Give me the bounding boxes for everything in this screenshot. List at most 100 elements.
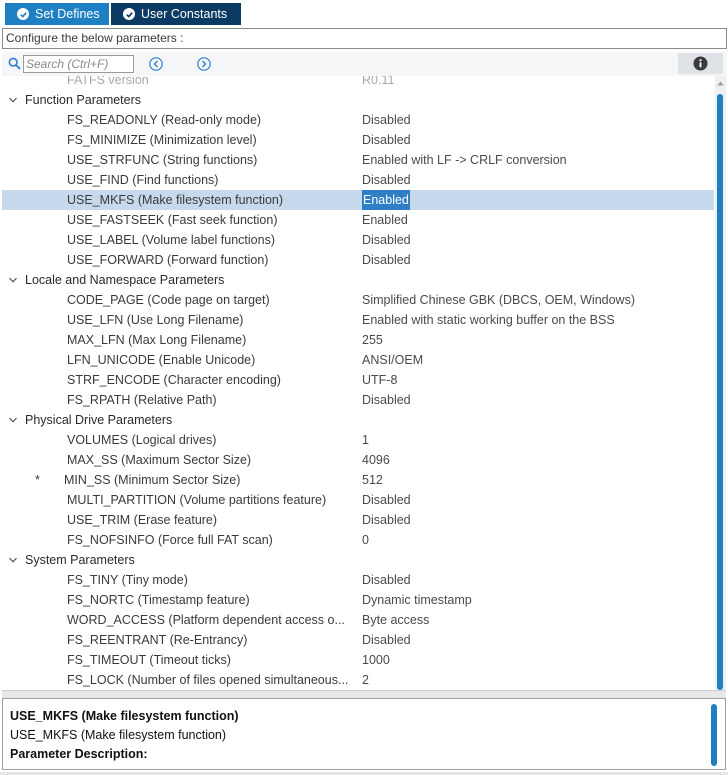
parameter-row[interactable]: WORD_ACCESS (Platform dependent access o…: [2, 610, 714, 630]
tree-group-header[interactable]: System Parameters: [2, 550, 714, 570]
parameter-value[interactable]: Disabled: [362, 570, 411, 590]
search-input[interactable]: [23, 55, 134, 73]
tree-group-header[interactable]: Locale and Namespace Parameters: [2, 270, 714, 290]
parameter-name: FS_NORTC (Timestamp feature): [67, 593, 250, 607]
parameter-value[interactable]: 255: [362, 330, 383, 350]
parameter-name: WORD_ACCESS (Platform dependent access o…: [67, 613, 345, 627]
tab-label: User Constants: [141, 7, 228, 21]
parameter-row[interactable]: STRF_ENCODE (Character encoding) UTF-8: [2, 370, 714, 390]
chevron-down-icon[interactable]: [8, 555, 18, 565]
tab-bar: Set Defines User Constants: [0, 0, 728, 25]
parameter-name: USE_FASTSEEK (Fast seek function): [67, 213, 278, 227]
parameter-name: USE_MKFS (Make filesystem function): [67, 193, 284, 207]
parameter-row[interactable]: FS_TIMEOUT (Timeout ticks) 1000: [2, 650, 714, 670]
parameter-row[interactable]: USE_LABEL (Volume label functions) Disabl…: [2, 230, 714, 250]
parameter-row[interactable]: USE_FIND (Find functions) Disabled: [2, 170, 714, 190]
parameter-value[interactable]: Enabled: [362, 210, 408, 230]
parameter-row[interactable]: FS_REENTRANT (Re-Entrancy) Disabled: [2, 630, 714, 650]
info-button[interactable]: [678, 53, 723, 74]
scroll-up-arrow-icon[interactable]: [717, 80, 724, 87]
parameter-row[interactable]: USE_FASTSEEK (Fast seek function) Enabled: [2, 210, 714, 230]
chevron-right-circle-icon[interactable]: [196, 56, 212, 72]
parameter-name: FS_REENTRANT (Re-Entrancy): [67, 633, 248, 647]
parameter-row[interactable]: FS_RPATH (Relative Path) Disabled: [2, 390, 714, 410]
parameter-tree: FATFS version R0.11 Function Parameters FS_…: [2, 76, 714, 690]
parameter-row[interactable]: USE_STRFUNC (String functions) Enabled wi…: [2, 150, 714, 170]
parameter-name: USE_LFN (Use Long Filename): [67, 313, 244, 327]
parameter-value[interactable]: Disabled: [362, 110, 411, 130]
parameter-value[interactable]: Enabled with static working buffer on th…: [362, 310, 615, 330]
parameter-row[interactable]: MULTI_PARTITION (Volume partitions featu…: [2, 490, 714, 510]
tree-row-partial[interactable]: FATFS version R0.11: [2, 76, 714, 90]
configuration-panel: Set Defines User Constants Configure the…: [0, 0, 728, 775]
parameter-name: FS_READONLY (Read-only mode): [67, 113, 262, 127]
parameter-name: FS_TIMEOUT (Timeout ticks): [67, 653, 231, 667]
parameter-name: USE_FIND (Find functions): [67, 173, 219, 187]
parameter-value[interactable]: 0: [362, 530, 369, 550]
configure-header: Configure the below parameters :: [2, 28, 727, 49]
parameter-row[interactable]: USE_MKFS (Make filesystem function) Enabl…: [2, 190, 714, 210]
description-subtitle: USE_MKFS (Make filesystem function): [10, 728, 227, 742]
group-title: Physical Drive Parameters: [25, 413, 173, 427]
parameter-row[interactable]: MAX_LFN (Max Long Filename) 255: [2, 330, 714, 350]
parameter-value[interactable]: 4096: [362, 450, 390, 470]
parameter-row[interactable]: FS_TINY (Tiny mode) Disabled: [2, 570, 714, 590]
tree-group-header[interactable]: Physical Drive Parameters: [2, 410, 714, 430]
parameter-value[interactable]: Byte access: [362, 610, 429, 630]
parameter-value[interactable]: Disabled: [362, 230, 411, 250]
parameter-value[interactable]: 512: [362, 470, 383, 490]
parameter-value[interactable]: 1: [362, 430, 369, 450]
parameter-value[interactable]: Disabled: [362, 630, 411, 650]
parameter-value[interactable]: Disabled: [362, 130, 411, 150]
parameter-name: CODE_PAGE (Code page on target): [67, 293, 270, 307]
scrollbar-thumb[interactable]: [717, 94, 723, 690]
parameter-value[interactable]: Enabled: [362, 190, 410, 210]
parameter-value[interactable]: Enabled with LF -> CRLF conversion: [362, 150, 567, 170]
description-scrollbar[interactable]: [711, 704, 717, 766]
panel-splitter[interactable]: [2, 690, 726, 698]
tree-group-header[interactable]: Function Parameters: [2, 90, 714, 110]
search-icon[interactable]: [8, 57, 21, 70]
parameter-value[interactable]: ANSI/OEM: [362, 350, 423, 370]
vertical-scrollbar[interactable]: [715, 76, 726, 690]
parameter-name: STRF_ENCODE (Character encoding): [67, 373, 281, 387]
tab-set-defines[interactable]: Set Defines: [5, 3, 109, 25]
parameter-row[interactable]: FS_LOCK (Number of files opened simultan…: [2, 670, 714, 690]
parameter-row[interactable]: USE_LFN (Use Long Filename) Enabled with …: [2, 310, 714, 330]
parameter-name: MAX_LFN (Max Long Filename): [67, 333, 247, 347]
parameter-value[interactable]: UTF-8: [362, 370, 397, 390]
parameter-row[interactable]: FS_NOFSINFO (Force full FAT scan) 0: [2, 530, 714, 550]
parameter-row[interactable]: FS_MINIMIZE (Minimization level) Disabled: [2, 130, 714, 150]
parameter-row[interactable]: LFN_UNICODE (Enable Unicode) ANSI/OEM: [2, 350, 714, 370]
parameter-value[interactable]: 1000: [362, 650, 390, 670]
parameter-value: R0.11: [362, 76, 395, 87]
parameter-name: FATFS version: [67, 76, 149, 87]
parameter-value[interactable]: Simplified Chinese GBK (DBCS, OEM, Windo…: [362, 290, 635, 310]
search-toolbar: [2, 52, 727, 76]
parameter-name: MAX_SS (Maximum Sector Size): [67, 453, 252, 467]
chevron-down-icon[interactable]: [8, 95, 18, 105]
parameter-row[interactable]: * MIN_SS (Minimum Sector Size) 512: [2, 470, 714, 490]
parameter-row[interactable]: FS_READONLY (Read-only mode) Disabled: [2, 110, 714, 130]
parameter-value[interactable]: Disabled: [362, 250, 411, 270]
parameter-value[interactable]: 2: [362, 670, 369, 690]
parameter-row[interactable]: MAX_SS (Maximum Sector Size) 4096: [2, 450, 714, 470]
parameter-row[interactable]: USE_FORWARD (Forward function) Disabled: [2, 250, 714, 270]
group-title: Function Parameters: [25, 93, 142, 107]
parameter-value[interactable]: Dynamic timestamp: [362, 590, 472, 610]
parameter-name: USE_LABEL (Volume label functions): [67, 233, 275, 247]
description-panel: USE_MKFS (Make filesystem function) USE_…: [2, 698, 726, 770]
parameter-row[interactable]: VOLUMES (Logical drives) 1: [2, 430, 714, 450]
parameter-value[interactable]: Disabled: [362, 390, 411, 410]
parameter-row[interactable]: CODE_PAGE (Code page on target) Simplifie…: [2, 290, 714, 310]
chevron-down-icon[interactable]: [8, 415, 18, 425]
parameter-value[interactable]: Disabled: [362, 490, 411, 510]
parameter-value[interactable]: Disabled: [362, 170, 411, 190]
parameter-row[interactable]: FS_NORTC (Timestamp feature) Dynamic time…: [2, 590, 714, 610]
check-circle-icon: [17, 8, 29, 20]
parameter-row[interactable]: USE_TRIM (Erase feature) Disabled: [2, 510, 714, 530]
parameter-value[interactable]: Disabled: [362, 510, 411, 530]
tab-user-constants[interactable]: User Constants: [111, 3, 241, 25]
chevron-left-circle-icon[interactable]: [148, 56, 164, 72]
chevron-down-icon[interactable]: [8, 275, 18, 285]
